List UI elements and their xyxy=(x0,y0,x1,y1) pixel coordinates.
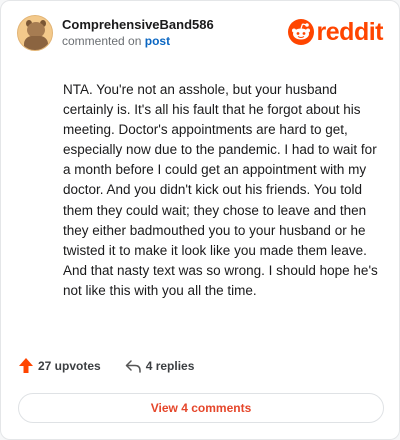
reddit-snoo-icon xyxy=(287,19,314,45)
reddit-logo[interactable]: reddit xyxy=(287,18,384,46)
username[interactable]: ComprehensiveBand586 xyxy=(62,17,214,33)
view-comments-button[interactable]: View 4 comments xyxy=(18,393,384,423)
upvote-arrow-icon xyxy=(19,358,33,373)
comment-meta: ComprehensiveBand586 commented on post xyxy=(62,17,214,49)
user-avatar[interactable] xyxy=(17,15,53,51)
upvote-count: 27 upvotes xyxy=(38,358,101,373)
reddit-wordmark: reddit xyxy=(316,18,384,46)
commented-on-prefix: commented on xyxy=(62,34,142,48)
upvote-button[interactable]: 27 upvotes xyxy=(19,358,101,373)
commented-on-text: commented on post xyxy=(62,34,170,48)
post-link[interactable]: post xyxy=(145,34,170,48)
comment-card: ComprehensiveBand586 commented on post r… xyxy=(0,0,400,440)
reply-count: 4 replies xyxy=(145,358,195,373)
reply-button[interactable]: 4 replies xyxy=(125,358,195,373)
comment-actions: 27 upvotes 4 replies xyxy=(19,358,194,373)
reply-arrow-icon xyxy=(125,359,141,373)
comment-header: ComprehensiveBand586 commented on post xyxy=(17,15,214,51)
comment-body: NTA. You're not an asshole, but your hus… xyxy=(63,82,378,298)
